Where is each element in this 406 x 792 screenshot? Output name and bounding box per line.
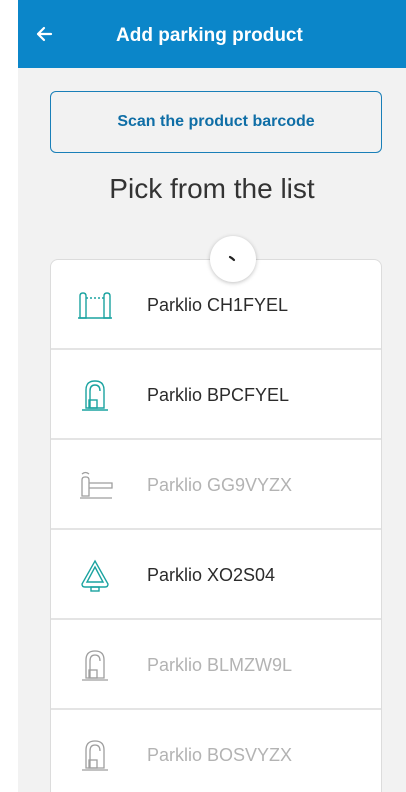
list-item[interactable]: Parklio BPCFYEL [51, 350, 381, 440]
page-title: Add parking product [116, 25, 303, 46]
list-item[interactable]: Parklio BOSVYZX [51, 710, 381, 792]
loading-icon [228, 255, 236, 262]
list-item[interactable]: Parklio GG9VYZX [51, 440, 381, 530]
back-button[interactable] [26, 16, 62, 52]
product-label: Parklio GG9VYZX [147, 475, 293, 495]
loading-spinner [210, 236, 256, 282]
gate-icon [77, 287, 113, 323]
app-bar: Add parking product [18, 0, 406, 68]
barrier-icon [77, 737, 113, 773]
arrow-left-icon [36, 26, 53, 42]
barrier-icon [77, 647, 113, 683]
list-item[interactable]: Parklio BLMZW9L [51, 620, 381, 710]
product-label: Parklio BPCFYEL [147, 385, 290, 405]
arm-barrier-icon [77, 467, 113, 503]
product-label: Parklio BOSVYZX [147, 745, 293, 765]
scan-barcode-button[interactable]: Scan the product barcode [50, 91, 382, 153]
barrier-icon [77, 377, 113, 413]
pick-from-list-heading: Pick from the list [109, 173, 315, 204]
bollard-icon [77, 557, 113, 593]
list-item[interactable]: Parklio XO2S04 [51, 530, 381, 620]
screen: Add parking product Scan the product bar… [18, 0, 406, 792]
product-label: Parklio XO2S04 [147, 565, 276, 585]
product-list: Parklio CH1FYEL Parklio BPCFYEL Parklio … [50, 259, 382, 792]
product-label: Parklio BLMZW9L [147, 655, 293, 675]
